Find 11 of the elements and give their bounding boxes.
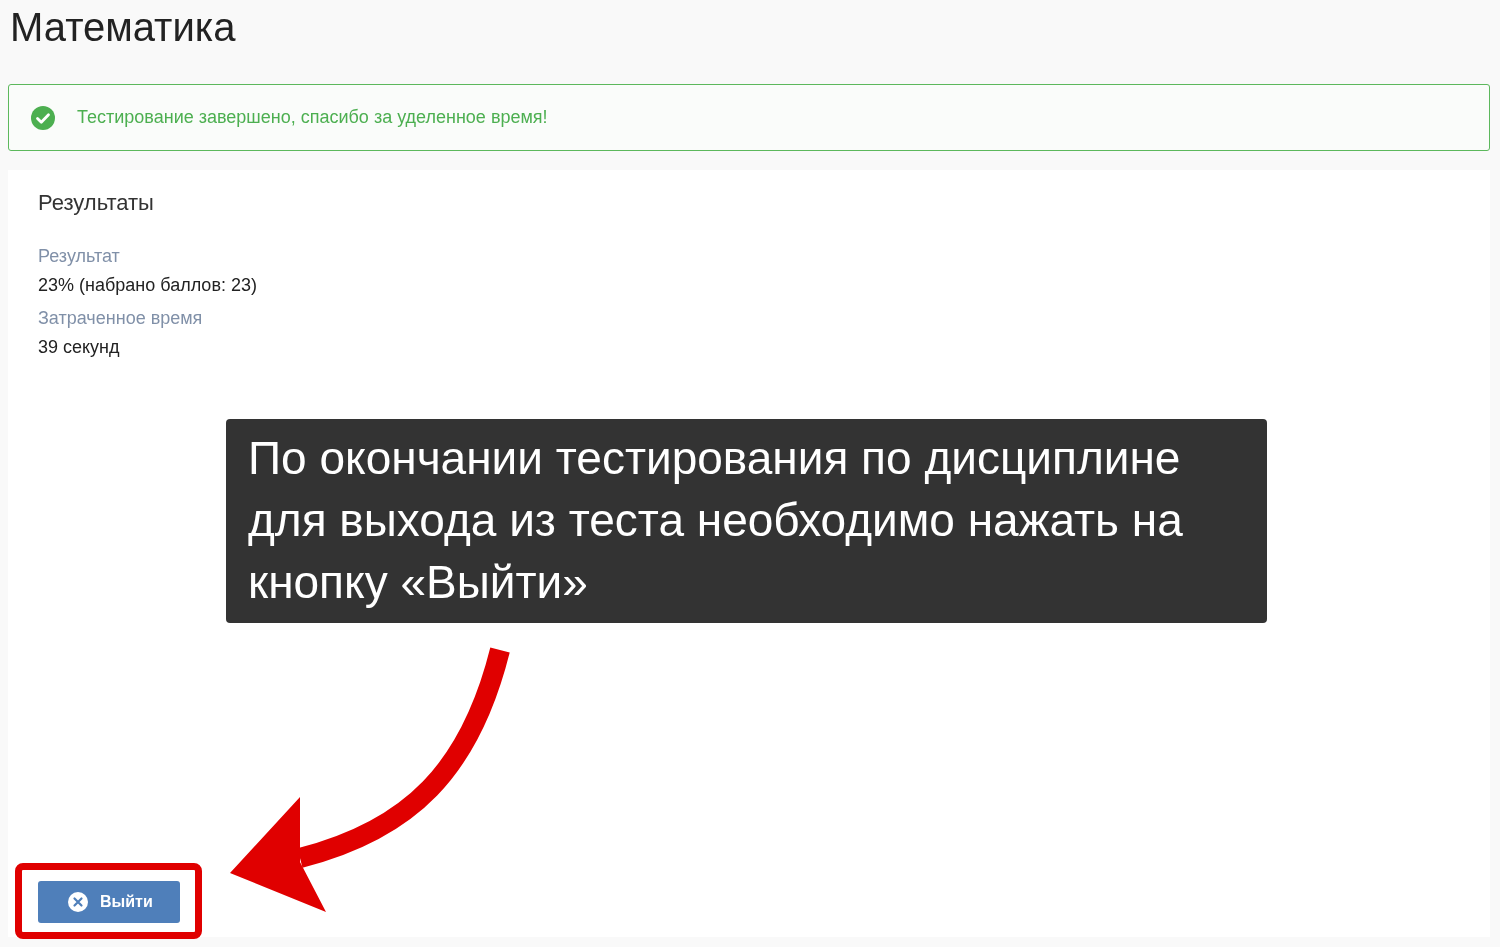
card-heading: Результаты [38, 190, 154, 216]
field-label: Результат [38, 246, 121, 267]
callout-note: По окончании тестирования по дисциплине для выхода из теста необходимо нажать на кнопку «Выйти» [226, 419, 1267, 623]
page-title: Математика [10, 4, 236, 50]
alert-message: Тестирование завершено, спасибо за уделенное время! [77, 107, 548, 128]
check-circle-icon [31, 105, 55, 130]
field-value: 39 секунд [38, 337, 121, 358]
field-label: Затраченное время [38, 308, 203, 329]
exit-button[interactable]: Выйти [38, 881, 180, 923]
field-value: 23% (набрано баллов: 23) [38, 275, 257, 296]
close-icon [68, 892, 88, 912]
